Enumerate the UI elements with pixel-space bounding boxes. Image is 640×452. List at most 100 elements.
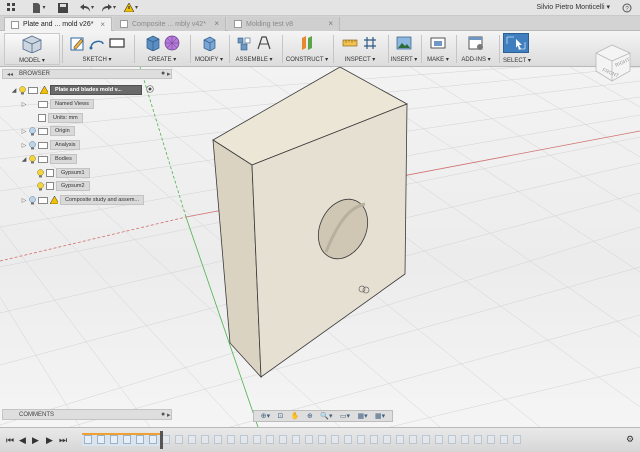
visibility-bulb-icon[interactable]: [28, 195, 36, 205]
measure-icon[interactable]: [342, 35, 358, 51]
timeline-feature-icon[interactable]: [279, 435, 287, 444]
orbit-icon[interactable]: ⊕▾: [261, 412, 270, 420]
expand-triangle-icon[interactable]: ▷: [20, 128, 28, 135]
timeline-feature-icon[interactable]: [422, 435, 430, 444]
display-settings-icon[interactable]: ▭▾: [340, 412, 350, 420]
timeline-feature-icon[interactable]: [162, 435, 170, 444]
browser-origin-node[interactable]: ▷ Origin: [20, 126, 75, 136]
timeline-feature-icon[interactable]: [201, 435, 209, 444]
form-icon[interactable]: [164, 35, 180, 51]
workspace-switcher-button[interactable]: MODEL ▾: [4, 33, 60, 65]
inspect-menu[interactable]: INSPECT ▾: [335, 33, 385, 65]
rectangle-sketch-icon[interactable]: [109, 35, 125, 51]
expand-triangle-icon[interactable]: ▷: [20, 101, 28, 108]
press-pull-icon[interactable]: [201, 35, 217, 51]
timeline-feature-icon[interactable]: [461, 435, 469, 444]
visibility-bulb-icon[interactable]: [28, 140, 36, 150]
timeline-settings-icon[interactable]: ⚙: [626, 434, 634, 445]
timeline-feature-icon[interactable]: [500, 435, 508, 444]
step-back-icon[interactable]: ◀: [19, 435, 26, 446]
timeline-feature-icon[interactable]: [331, 435, 339, 444]
insert-menu[interactable]: INSERT ▾: [390, 33, 418, 65]
timeline-feature-icon[interactable]: [305, 435, 313, 444]
play-icon[interactable]: ▶: [32, 435, 39, 446]
browser-named-views-node[interactable]: ▷ Named Views: [20, 99, 94, 109]
timeline-feature-icon[interactable]: [214, 435, 222, 444]
timeline-feature-icon[interactable]: [149, 435, 157, 444]
timeline-feature-icon[interactable]: [240, 435, 248, 444]
visibility-bulb-icon[interactable]: [28, 154, 36, 164]
warning-icon[interactable]: ▾: [124, 2, 138, 14]
grid-settings-icon[interactable]: ▦▾: [357, 412, 367, 420]
go-to-start-icon[interactable]: ⏮: [6, 435, 14, 446]
browser-units-node[interactable]: Units: mm: [28, 113, 83, 123]
view-cube[interactable]: FRONT RIGHT: [588, 37, 636, 85]
insert-image-icon[interactable]: [396, 35, 412, 51]
activate-radio-icon[interactable]: [146, 85, 154, 95]
create-menu[interactable]: CREATE ▾: [136, 33, 188, 65]
visibility-bulb-icon[interactable]: [36, 168, 44, 178]
timeline-feature-icon[interactable]: [253, 435, 261, 444]
offset-plane-icon[interactable]: [299, 35, 315, 51]
timeline-feature-icon[interactable]: [136, 435, 144, 444]
redo-icon[interactable]: ▾: [102, 2, 116, 14]
close-icon[interactable]: ×: [328, 19, 333, 28]
timeline-feature-icon[interactable]: [513, 435, 521, 444]
timeline-feature-icon[interactable]: [84, 435, 92, 444]
timeline-feature-icon[interactable]: [448, 435, 456, 444]
pan-icon[interactable]: ✋: [291, 412, 300, 420]
timeline-feature-icon[interactable]: [474, 435, 482, 444]
tab-plate-and-blades-mold[interactable]: Plate and ... mold v26* ×: [4, 17, 112, 31]
extrude-icon[interactable]: [144, 35, 160, 51]
expand-triangle-icon[interactable]: ◢: [20, 156, 28, 163]
browser-expand-icon[interactable]: ▸: [167, 70, 171, 78]
timeline-feature-icon[interactable]: [370, 435, 378, 444]
timeline-feature-icon[interactable]: [409, 435, 417, 444]
create-sketch-icon[interactable]: [69, 35, 85, 51]
browser-root-node[interactable]: ◢ Plate and blades mold v...: [10, 85, 154, 95]
section-analysis-icon[interactable]: [362, 35, 378, 51]
assemble-menu[interactable]: ASSEMBLE ▾: [231, 33, 277, 65]
timeline-feature-icon[interactable]: [266, 435, 274, 444]
browser-analysis-node[interactable]: ▷ Analysis: [20, 140, 81, 150]
expand-triangle-icon[interactable]: ▷: [20, 197, 28, 204]
expand-triangle-icon[interactable]: ◢: [10, 87, 18, 94]
app-grid-icon[interactable]: [4, 2, 18, 14]
file-icon[interactable]: ▾: [32, 2, 46, 14]
joint-icon[interactable]: [256, 35, 272, 51]
browser-body-gypsum2[interactable]: Gypsum2: [36, 181, 90, 191]
timeline-marker[interactable]: [160, 431, 163, 449]
timeline-feature-icon[interactable]: [357, 435, 365, 444]
browser-composite-study-node[interactable]: ▷ Composite study and assem...: [20, 195, 144, 205]
collapse-browser-icon[interactable]: ◂◂: [7, 71, 13, 78]
sketch-menu[interactable]: SKETCH ▾: [64, 33, 130, 65]
timeline-feature-icon[interactable]: [175, 435, 183, 444]
new-component-icon[interactable]: [236, 35, 252, 51]
viewports-icon[interactable]: ▦▾: [375, 412, 385, 420]
browser-pin-icon[interactable]: ●: [161, 70, 165, 77]
timeline-feature-icon[interactable]: [123, 435, 131, 444]
save-icon[interactable]: [56, 2, 70, 14]
scripts-add-ins-icon[interactable]: [468, 35, 484, 51]
gypsum-plate-body[interactable]: [212, 67, 408, 379]
visibility-bulb-icon[interactable]: [36, 181, 44, 191]
comments-panel[interactable]: COMMENTS ● ▸: [2, 409, 172, 420]
visibility-bulb-icon[interactable]: [18, 85, 26, 95]
timeline-feature-icon[interactable]: [318, 435, 326, 444]
timeline-feature-icon[interactable]: [487, 435, 495, 444]
comments-expand-icon[interactable]: ▸: [167, 411, 171, 419]
zoom-window-icon[interactable]: 🔍▾: [320, 412, 332, 420]
arc-sketch-icon[interactable]: [89, 35, 105, 51]
visibility-bulb-icon[interactable]: [28, 126, 36, 136]
undo-icon[interactable]: ▾: [80, 2, 94, 14]
make-menu[interactable]: MAKE ▾: [423, 33, 453, 65]
go-to-end-icon[interactable]: ⏭: [59, 435, 67, 446]
select-tool-button[interactable]: [503, 33, 529, 53]
timeline-feature-icon[interactable]: [227, 435, 235, 444]
timeline-feature-icon[interactable]: [383, 435, 391, 444]
browser-body-gypsum1[interactable]: Gypsum1: [36, 168, 90, 178]
timeline-feature-icon[interactable]: [435, 435, 443, 444]
construct-menu[interactable]: CONSTRUCT ▾: [284, 33, 330, 65]
add-ins-menu[interactable]: ADD-INS ▾: [458, 33, 494, 65]
close-icon[interactable]: ×: [214, 19, 219, 28]
